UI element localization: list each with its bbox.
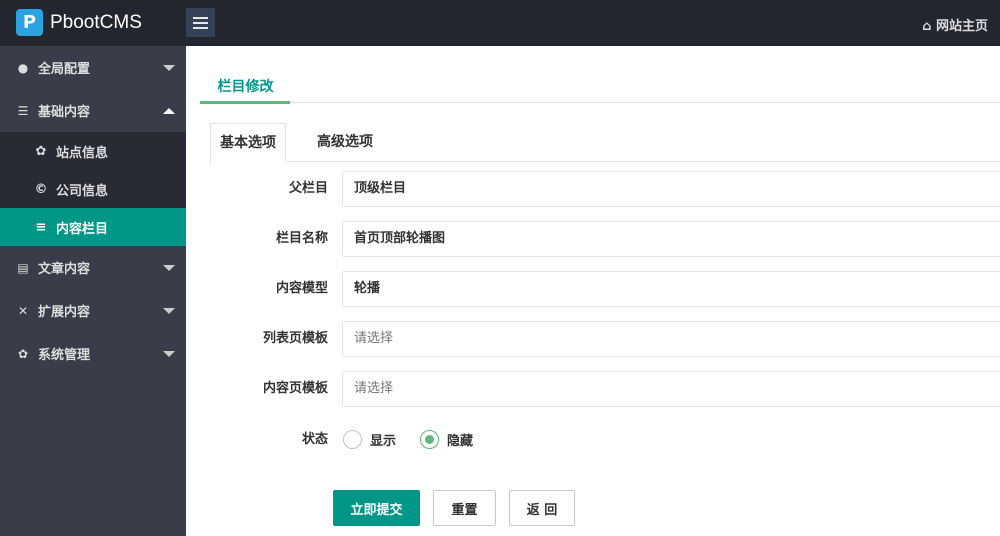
name-input[interactable]: 首页顶部轮播图: [342, 221, 1000, 257]
chevron-down-icon: [163, 351, 175, 357]
expand-icon: ✕: [17, 303, 29, 318]
form-row-list-template: 列表页模板 请选择: [186, 321, 1000, 357]
logo[interactable]: P PbootCMS: [16, 9, 142, 36]
divider: [200, 102, 1000, 103]
tab-active-indicator: [200, 101, 290, 104]
list-template-label: 列表页模板: [262, 331, 328, 346]
sidebar: ● 全局配置 ☰ 基础内容 ✿ 站点信息 © 公司信息 ≡ 内容栏目 ▤ 文章内容 ✕ 扩展内…: [0, 46, 186, 536]
model-select[interactable]: 轮播: [342, 271, 1000, 307]
form-row-status: 状态 显示 隐藏: [186, 422, 1000, 458]
logo-text: PbootCMS: [50, 11, 142, 33]
submit-button[interactable]: 立即提交: [333, 490, 420, 526]
sliders-icon: ☰: [17, 103, 29, 118]
model-label: 内容模型: [275, 281, 328, 296]
sidebar-item-extensions[interactable]: ✕ 扩展内容: [0, 289, 186, 332]
sidebar-item-basic-content[interactable]: ☰ 基础内容: [0, 89, 186, 132]
sidebar-item-company-info[interactable]: © 公司信息: [0, 170, 186, 208]
form-row-name: 栏目名称 首页顶部轮播图: [186, 221, 1000, 257]
status-radio-show[interactable]: 显示: [343, 430, 396, 449]
menu-toggle-button[interactable]: [186, 8, 215, 37]
submenu: ✿ 站点信息 © 公司信息 ≡ 内容栏目: [0, 132, 186, 246]
radio-unchecked-icon: [343, 430, 362, 449]
chevron-up-icon: [163, 108, 175, 114]
chevron-down-icon: [163, 265, 175, 271]
globe-icon: ●: [17, 60, 29, 75]
file-icon: ▤: [17, 260, 29, 275]
form-row-content-template: 内容页模板 请选择: [186, 371, 1000, 407]
name-label: 栏目名称: [275, 231, 328, 246]
chevron-down-icon: [163, 308, 175, 314]
tab-advanced-options[interactable]: 高级选项: [298, 123, 392, 162]
content-template-label: 内容页模板: [262, 381, 328, 396]
chevron-down-icon: [163, 65, 175, 71]
tab-edit-column[interactable]: 栏目修改: [200, 76, 291, 96]
sidebar-item-content-columns[interactable]: ≡ 内容栏目: [0, 208, 186, 246]
main-content: 栏目修改 基本选项 高级选项 父栏目 顶级栏目 栏目名称 首页顶部轮播图 内容模…: [186, 46, 1000, 536]
back-button[interactable]: 返 回: [509, 490, 575, 526]
reset-button[interactable]: 重置: [433, 490, 496, 526]
logo-icon: P: [16, 9, 43, 36]
home-link[interactable]: ⌂ 网站主页: [922, 15, 988, 34]
gear-icon: ✿: [17, 346, 29, 361]
content-template-select[interactable]: 请选择: [342, 371, 1000, 407]
form-row-parent: 父栏目 顶级栏目: [186, 171, 1000, 207]
form-row-model: 内容模型 轮播: [186, 271, 1000, 307]
list-icon: ≡: [35, 219, 47, 235]
tab-basic-options[interactable]: 基本选项: [210, 123, 286, 163]
copyright-icon: ©: [34, 181, 48, 197]
sidebar-item-site-info[interactable]: ✿ 站点信息: [0, 132, 186, 170]
form-tabs: 基本选项 高级选项: [210, 123, 1000, 163]
parent-select[interactable]: 顶级栏目: [342, 171, 1000, 207]
list-template-select[interactable]: 请选择: [342, 321, 1000, 357]
radio-checked-icon: [420, 430, 439, 449]
sidebar-item-global-config[interactable]: ● 全局配置: [0, 46, 186, 89]
home-icon: ⌂: [922, 19, 936, 34]
sidebar-item-system[interactable]: ✿ 系统管理: [0, 332, 186, 375]
top-header: P PbootCMS ⌂ 网站主页: [0, 0, 1000, 46]
sidebar-item-articles[interactable]: ▤ 文章内容: [0, 246, 186, 289]
gear-icon: ✿: [35, 143, 47, 159]
status-radio-hide[interactable]: 隐藏: [420, 430, 473, 449]
parent-label: 父栏目: [288, 181, 328, 196]
status-label: 状态: [301, 432, 328, 447]
